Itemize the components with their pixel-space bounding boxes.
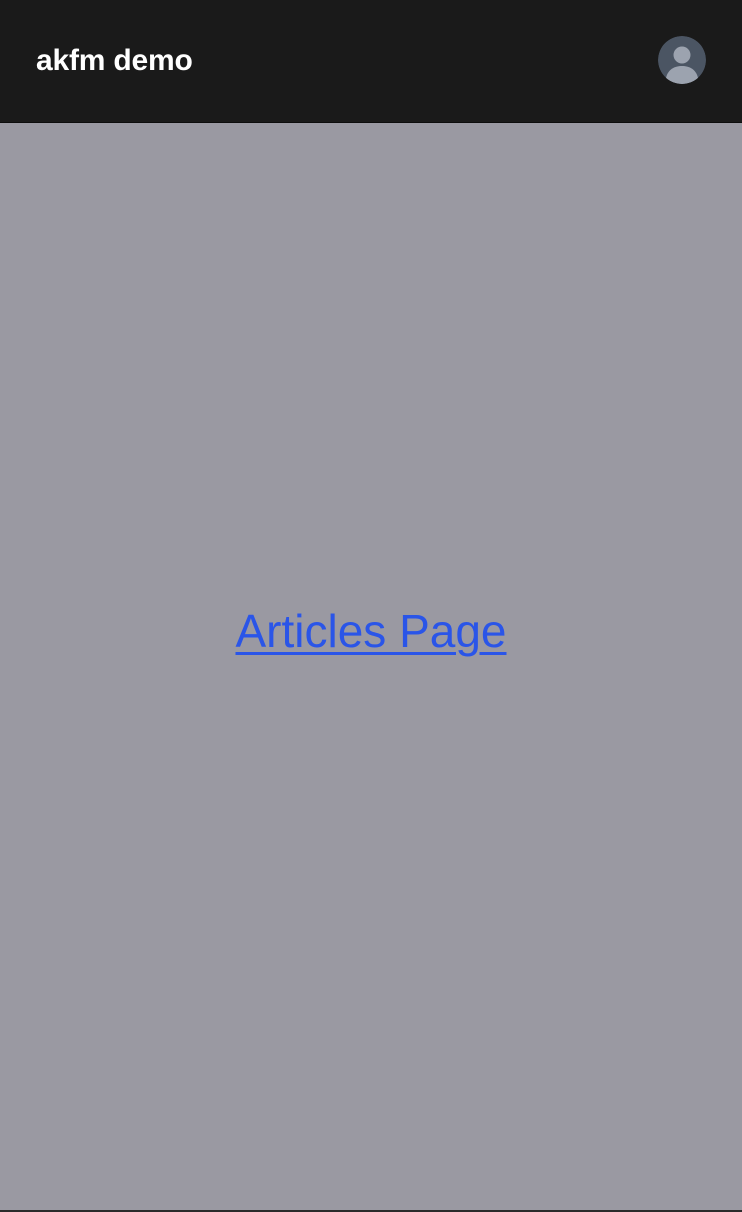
main-content: Articles Page bbox=[0, 123, 742, 1212]
articles-page-link[interactable]: Articles Page bbox=[0, 603, 742, 659]
user-avatar-button[interactable] bbox=[658, 36, 706, 84]
user-avatar-icon bbox=[658, 36, 706, 84]
app-title: akfm demo bbox=[36, 44, 193, 77]
app-header: akfm demo bbox=[0, 0, 742, 123]
